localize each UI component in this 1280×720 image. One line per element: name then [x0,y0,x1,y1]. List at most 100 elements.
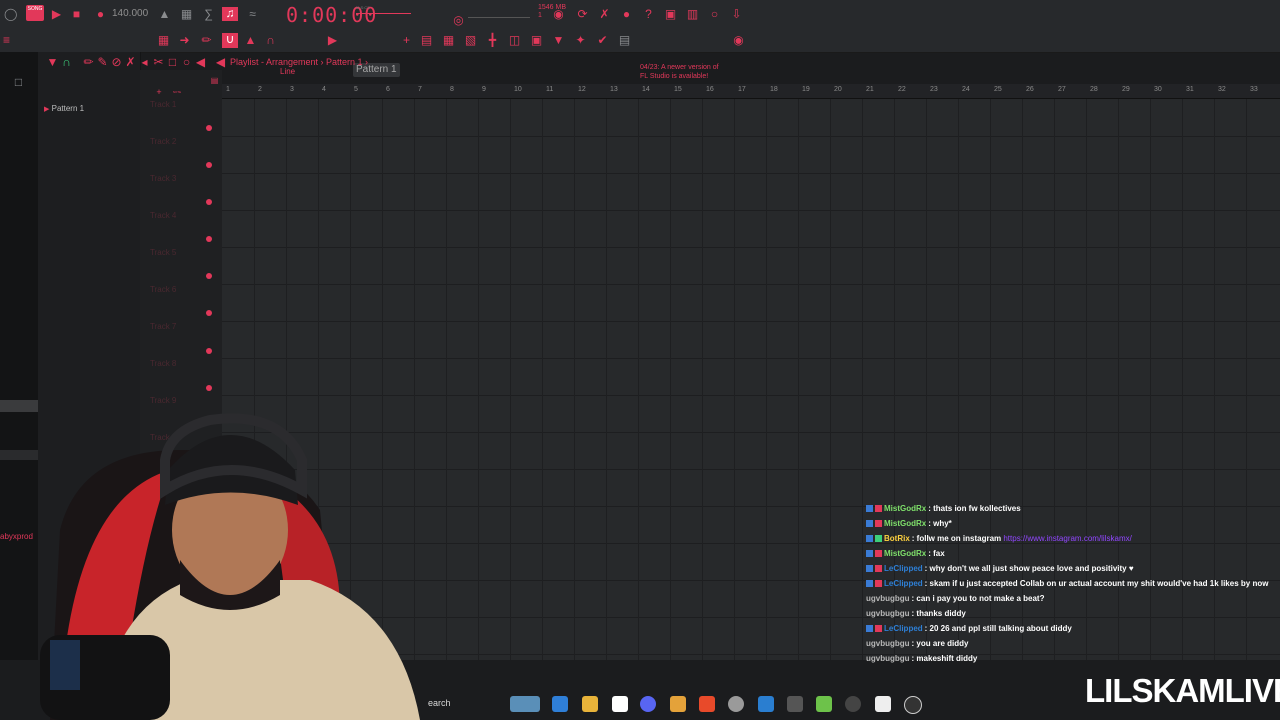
weather-icon[interactable] [510,696,540,712]
chat-username[interactable]: MistGodRx [884,519,926,528]
countdown-icon[interactable]: ∑ [202,8,215,21]
wait-icon[interactable]: ▦ [180,8,193,21]
select-tool-icon[interactable]: □ [166,56,179,69]
playlist-breadcrumb[interactable]: Playlist - Arrangement › Pattern 1 › [230,57,368,67]
menu-icon[interactable]: ≡ [0,34,13,47]
chat-icon[interactable]: ○ [708,8,721,21]
update-icon[interactable]: ◉ [732,34,745,47]
channel-rack-icon[interactable]: ▦ [442,34,455,47]
capcut-icon[interactable] [875,696,891,712]
track-lane[interactable] [222,99,1280,137]
file-explorer-icon[interactable] [582,696,598,712]
stamp-icon[interactable]: ▲ [244,34,257,47]
track-lane[interactable] [222,321,1280,359]
song-mode-toggle[interactable]: SONG [26,5,44,21]
track-lane[interactable] [222,173,1280,211]
track-mute-button[interactable] [206,310,212,316]
cut-icon[interactable]: ✗ [598,8,611,21]
chat-username[interactable]: LeClipped [884,624,923,633]
chat-username[interactable]: BotRix [884,534,910,543]
download-icon[interactable]: ⇩ [730,8,743,21]
track-lane[interactable] [222,358,1280,396]
track-lane[interactable] [222,284,1280,322]
app-icon[interactable] [787,696,803,712]
paint-tool-icon[interactable]: ✎ [96,56,109,69]
help-icon[interactable]: ? [642,8,655,21]
fl-logo-icon[interactable]: ◯ [4,8,17,21]
fl-studio-icon[interactable] [670,696,686,712]
playlist-icon[interactable]: ▤ [420,34,433,47]
pattern-list-item[interactable]: ▶ Pattern 1 [44,104,84,113]
timeline-ruler[interactable]: 1 2 3 4 5 6 7 8 9 10 11 12 13 14 15 16 17 18 19 20 21 22 23 24 2… [222,84,1280,99]
browser-icon[interactable]: ◫ [508,34,521,47]
4k-icon[interactable] [845,696,861,712]
brave-icon[interactable] [699,696,715,712]
minecraft-icon[interactable] [816,696,832,712]
magnet-snap-icon[interactable]: ∩ [60,56,73,69]
slip-tool-icon[interactable]: ◂ [138,56,151,69]
chat-username[interactable]: MistGodRx [884,504,926,513]
track-name[interactable]: Track 6 [150,285,176,294]
chat-username[interactable]: MistGodRx [884,549,926,558]
track-mute-button[interactable] [206,236,212,242]
steam-icon[interactable] [758,696,774,712]
mic-icon[interactable]: ● [620,8,633,21]
browser-folder-icon[interactable]: □ [12,76,25,89]
track-lane[interactable] [222,136,1280,174]
track-mute-button[interactable] [206,162,212,168]
chat-username[interactable]: ugvbugbgu [866,654,910,663]
wand-icon[interactable]: ✦ [574,34,587,47]
discord-icon[interactable] [640,696,656,712]
playback-tool-icon[interactable]: ◀ [194,56,207,69]
chat-link[interactable]: https://www.instagram.com/lilskamx/ [1001,534,1131,543]
settings-icon[interactable]: ▤ [618,34,631,47]
loop-record-icon[interactable]: ♫ [222,7,238,21]
track-name[interactable]: Track 9 [150,396,176,405]
plugin-icon[interactable]: ▣ [530,34,543,47]
audio-icon[interactable]: ◉ [552,8,565,21]
track-lane[interactable] [222,210,1280,248]
track-name[interactable]: Track 3 [150,174,176,183]
chat-username[interactable]: ugvbugbgu [866,639,910,648]
mute-tool-icon[interactable]: ✗ [124,56,137,69]
save-icon[interactable]: ▣ [664,8,677,21]
track-name[interactable]: Track 4 [150,211,176,220]
mixer-view-icon[interactable]: ╋ [486,34,499,47]
draw-tool-icon[interactable]: ✏ [82,56,95,69]
add-pattern-icon[interactable]: + [400,34,413,47]
blend-icon[interactable]: ≈ [246,8,259,21]
wrench-icon[interactable]: ✔ [596,34,609,47]
plug-icon[interactable]: ▼ [552,34,565,47]
slice-tool-icon[interactable]: ✂ [152,56,165,69]
record-icon[interactable]: ● [94,8,107,21]
play-icon[interactable]: ▶ [50,8,63,21]
add-track-icon[interactable]: + [155,86,163,97]
chat-username[interactable]: LeClipped [884,579,923,588]
track-mute-button[interactable] [206,273,212,279]
master-volume-slider[interactable] [356,13,411,14]
metronome-icon[interactable]: ▲ [158,8,171,21]
delete-tool-icon[interactable]: ⊘ [110,56,123,69]
copilot-icon[interactable] [552,696,568,712]
track-name[interactable]: Track 2 [150,137,176,146]
track-name[interactable]: Track 8 [150,359,176,368]
chat-username[interactable]: ugvbugbgu [866,609,910,618]
track-mute-button[interactable] [206,199,212,205]
tempo-display[interactable]: 140.000 [112,8,148,19]
keyboard-icon[interactable]: ▦ [157,34,170,47]
magnet-icon[interactable]: ∪ [222,33,238,48]
refresh-icon[interactable]: ⟳ [576,8,589,21]
stop-icon[interactable]: ■ [70,8,83,21]
playlist-menu-icon[interactable]: ▼ [46,56,59,69]
prev-pattern-icon[interactable]: ▶ [326,34,339,47]
track-mute-button[interactable] [206,125,212,131]
pitch-knob-icon[interactable]: ◎ [452,14,465,27]
browser-scroll-handle[interactable] [0,400,38,412]
track-name[interactable]: Track 7 [150,322,176,331]
pencil-tool-icon[interactable]: ✏ [200,34,213,47]
store-icon[interactable] [612,696,628,712]
track-name[interactable]: Track 1 [150,100,176,109]
chat-username[interactable]: LeClipped [884,564,923,573]
playlist-view-icon[interactable]: ▤ [210,74,219,85]
snap-magnet-icon[interactable]: ∩ [264,34,277,47]
